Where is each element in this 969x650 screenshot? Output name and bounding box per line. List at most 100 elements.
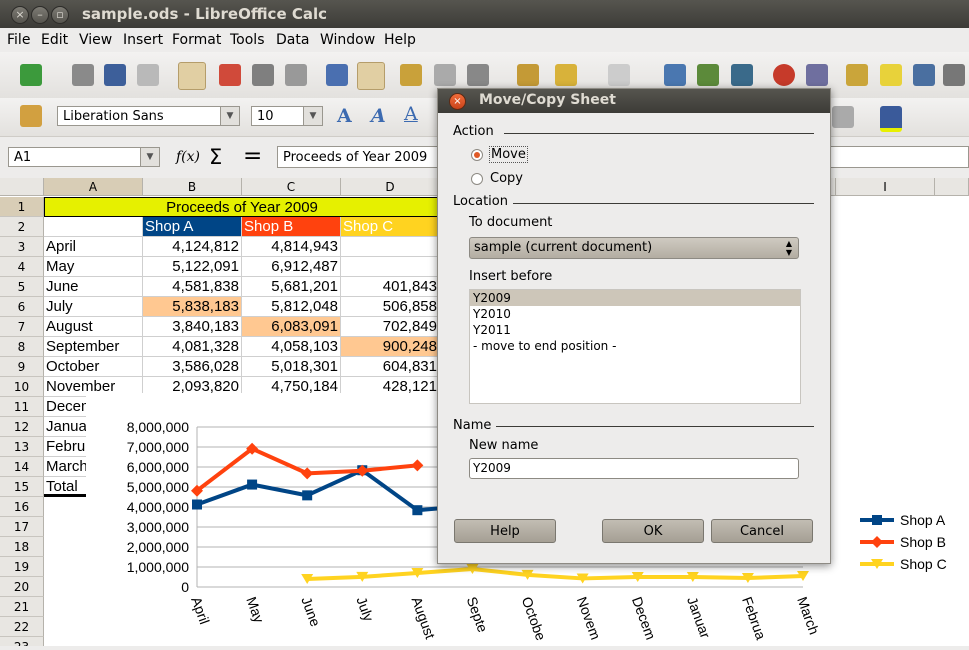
shop-b-value[interactable]: 6,912,487: [242, 257, 341, 277]
font-size-combo[interactable]: 10 ▼: [251, 106, 323, 126]
list-item[interactable]: Y2011: [470, 322, 800, 338]
shop-a-value[interactable]: 5,122,091: [143, 257, 242, 277]
redo-icon[interactable]: [608, 64, 630, 86]
gallery-icon[interactable]: [913, 64, 935, 86]
shop-c-value[interactable]: 900,248: [341, 337, 440, 357]
menu-format[interactable]: Format: [172, 32, 221, 48]
shop-b-value[interactable]: 5,812,048: [242, 297, 341, 317]
menu-data[interactable]: Data: [276, 32, 309, 48]
new-name-input[interactable]: Y2009: [469, 458, 799, 479]
show-draw-functions-icon[interactable]: [806, 64, 828, 86]
row-header[interactable]: 20: [0, 577, 44, 597]
sheet-title-cell[interactable]: Proceeds of Year 2009: [44, 197, 440, 217]
header-shop-a[interactable]: Shop A: [143, 217, 242, 237]
navigator-icon[interactable]: [880, 64, 902, 86]
shop-a-value[interactable]: 3,586,028: [143, 357, 242, 377]
data-sources-icon[interactable]: [943, 64, 965, 86]
copy-icon[interactable]: [434, 64, 456, 86]
shop-c-value[interactable]: 506,858: [341, 297, 440, 317]
sort-descending-icon[interactable]: [731, 64, 753, 86]
shop-a-value[interactable]: 4,124,812: [143, 237, 242, 257]
autospellcheck-icon[interactable]: [357, 62, 385, 90]
font-name-combo[interactable]: Liberation Sans ▼: [57, 106, 240, 126]
shop-c-value[interactable]: 401,843: [341, 277, 440, 297]
list-item[interactable]: Y2010: [470, 306, 800, 322]
sort-ascending-icon[interactable]: [697, 64, 719, 86]
copy-radio[interactable]: [471, 173, 483, 185]
corner-select-all[interactable]: [0, 178, 44, 196]
chart-icon[interactable]: [773, 64, 795, 86]
export-pdf-icon[interactable]: [219, 64, 241, 86]
underline-icon[interactable]: A: [404, 103, 418, 125]
move-radio-label[interactable]: Move: [489, 146, 528, 163]
print-preview-icon[interactable]: [285, 64, 307, 86]
borders-icon[interactable]: [832, 106, 854, 128]
column-header-d[interactable]: D: [341, 178, 440, 196]
name-box[interactable]: A1 ▼: [8, 147, 160, 167]
row-header[interactable]: 10: [0, 377, 44, 397]
hyperlink-icon[interactable]: [664, 64, 686, 86]
cancel-button[interactable]: Cancel: [711, 519, 813, 543]
chevron-down-icon[interactable]: ▼: [303, 107, 322, 125]
shop-b-value[interactable]: 4,058,103: [242, 337, 341, 357]
menu-view[interactable]: View: [79, 32, 112, 48]
insert-before-list[interactable]: Y2009 Y2010 Y2011 - move to end position…: [469, 289, 801, 404]
column-header-i[interactable]: I: [836, 178, 935, 196]
edit-file-icon[interactable]: [178, 62, 206, 90]
month-cell[interactable]: June: [44, 277, 143, 297]
close-icon[interactable]: ×: [449, 93, 466, 110]
menu-tools[interactable]: Tools: [230, 32, 265, 48]
row-header[interactable]: 13: [0, 437, 44, 457]
shop-a-value[interactable]: 5,838,183: [143, 297, 242, 317]
column-header-b[interactable]: B: [143, 178, 242, 196]
cell-a2[interactable]: [44, 217, 143, 237]
menu-edit[interactable]: Edit: [41, 32, 68, 48]
header-shop-b[interactable]: Shop B: [242, 217, 341, 237]
menu-help[interactable]: Help: [384, 32, 416, 48]
close-window-icon[interactable]: ×: [11, 6, 29, 24]
print-icon[interactable]: [252, 64, 274, 86]
row-header[interactable]: 11: [0, 397, 44, 417]
shop-c-value[interactable]: 604,831: [341, 357, 440, 377]
bold-icon[interactable]: A: [337, 105, 352, 127]
row-header[interactable]: 1: [0, 197, 44, 217]
shop-a-value[interactable]: 3,840,183: [143, 317, 242, 337]
row-header[interactable]: 9: [0, 357, 44, 377]
help-button[interactable]: Help: [454, 519, 556, 543]
minimize-window-icon[interactable]: –: [31, 6, 49, 24]
row-header[interactable]: 16: [0, 497, 44, 517]
row-header[interactable]: 22: [0, 617, 44, 637]
month-cell[interactable]: July: [44, 297, 143, 317]
row-header[interactable]: 3: [0, 237, 44, 257]
row-header[interactable]: 14: [0, 457, 44, 477]
list-item[interactable]: Y2009: [470, 290, 800, 306]
shop-a-value[interactable]: 4,581,838: [143, 277, 242, 297]
row-header[interactable]: 4: [0, 257, 44, 277]
shop-b-value[interactable]: 6,083,091: [242, 317, 341, 337]
row-header[interactable]: 19: [0, 557, 44, 577]
cut-icon[interactable]: [400, 64, 422, 86]
shop-b-value[interactable]: 5,681,201: [242, 277, 341, 297]
copy-radio-label[interactable]: Copy: [490, 171, 523, 186]
header-shop-c[interactable]: Shop C: [341, 217, 440, 237]
month-cell[interactable]: August: [44, 317, 143, 337]
spellcheck-icon[interactable]: [326, 64, 348, 86]
sum-icon[interactable]: Σ: [209, 145, 222, 169]
row-header[interactable]: 21: [0, 597, 44, 617]
menu-window[interactable]: Window: [320, 32, 375, 48]
month-cell[interactable]: May: [44, 257, 143, 277]
menu-insert[interactable]: Insert: [123, 32, 163, 48]
row-header[interactable]: 15: [0, 477, 44, 497]
to-document-select[interactable]: sample (current document) ▲ ▼: [469, 237, 799, 259]
shop-c-value[interactable]: [341, 237, 440, 257]
email-icon[interactable]: [137, 64, 159, 86]
formula-icon[interactable]: =: [243, 143, 262, 169]
paste-icon[interactable]: [467, 64, 489, 86]
undo-icon[interactable]: [555, 64, 577, 86]
month-cell[interactable]: September: [44, 337, 143, 357]
new-document-icon[interactable]: [20, 64, 42, 86]
column-header-j[interactable]: [935, 178, 969, 196]
row-header[interactable]: 5: [0, 277, 44, 297]
column-header-a[interactable]: A: [44, 178, 143, 196]
month-cell[interactable]: April: [44, 237, 143, 257]
